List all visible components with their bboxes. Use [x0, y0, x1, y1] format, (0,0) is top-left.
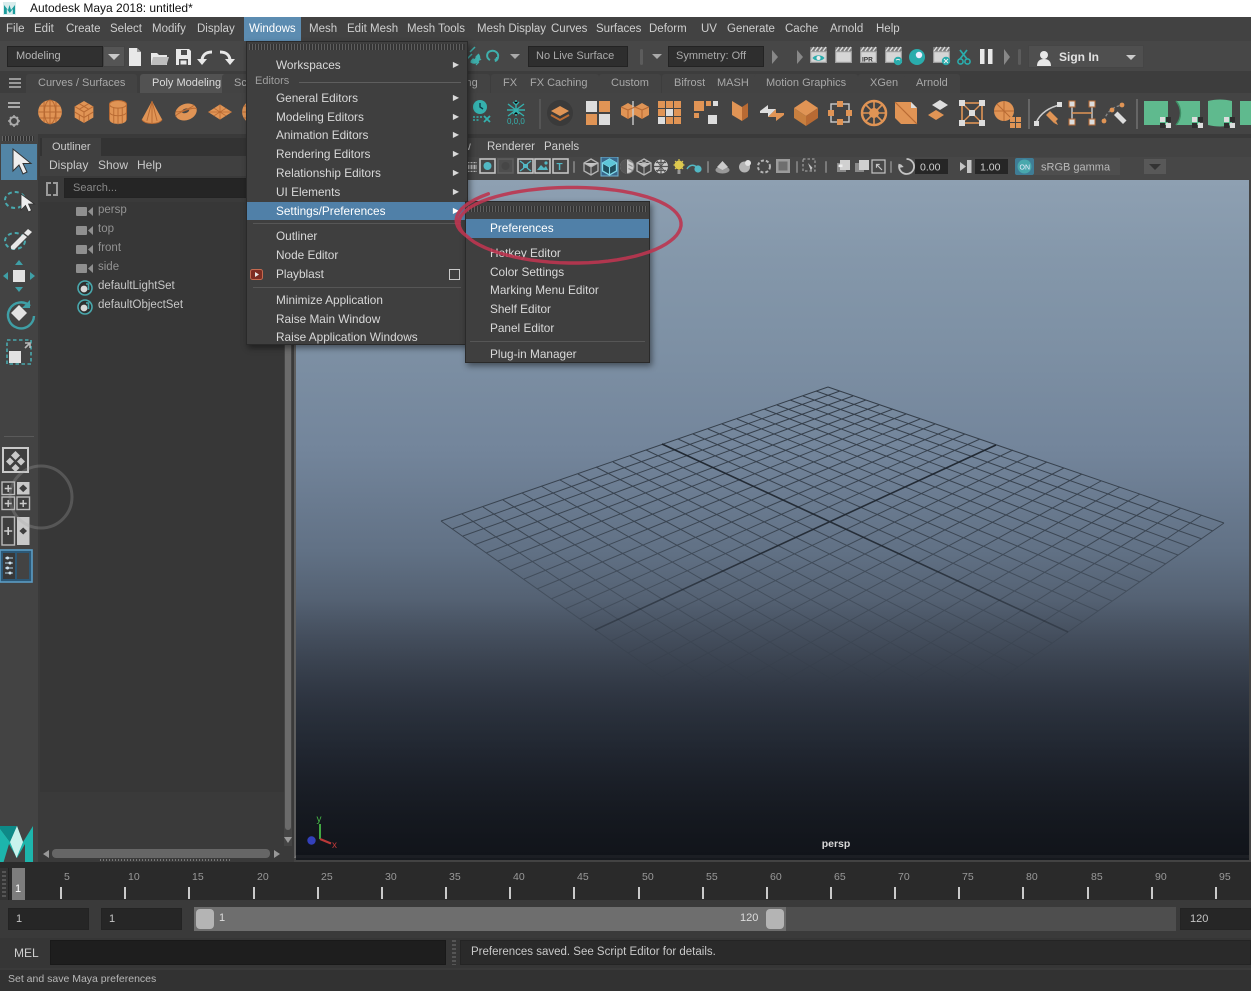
svg-text:x: x [332, 840, 337, 850]
svg-text:ON: ON [1020, 165, 1031, 172]
svg-text:0,0,0: 0,0,0 [507, 117, 525, 126]
svg-text:0.00: 0.00 [920, 162, 941, 174]
svg-text:T: T [557, 162, 563, 173]
svg-text:IPR: IPR [862, 57, 873, 64]
svg-text:sRGB gamma: sRGB gamma [1041, 162, 1111, 174]
svg-text:1.00: 1.00 [980, 162, 1001, 174]
svg-text:y: y [317, 814, 322, 825]
